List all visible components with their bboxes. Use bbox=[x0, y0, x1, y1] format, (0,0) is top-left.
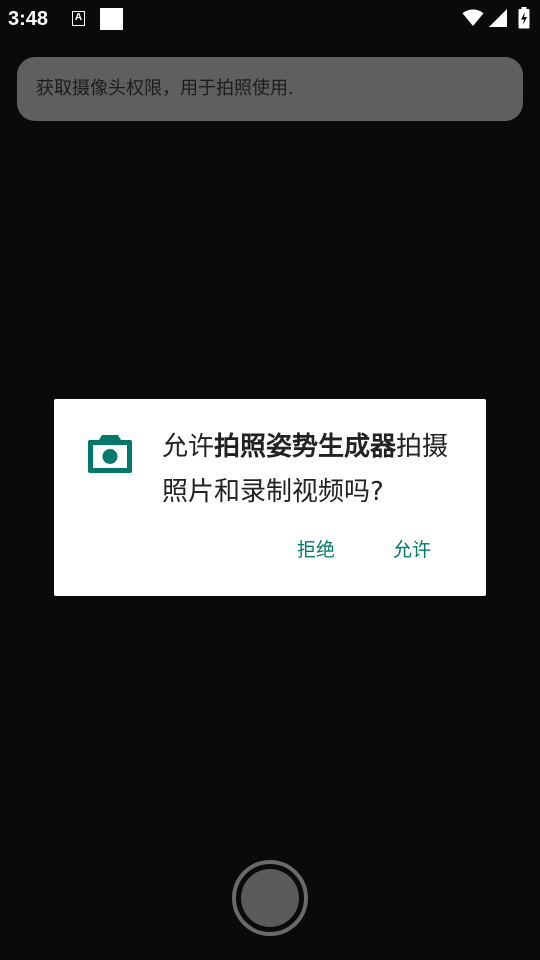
camera-icon bbox=[88, 435, 132, 473]
square-notification-icon bbox=[100, 8, 123, 30]
status-bar: 3:48 A bbox=[0, 0, 540, 38]
shutter-button[interactable] bbox=[232, 860, 308, 936]
signal-icon bbox=[489, 9, 507, 27]
a-notification-icon: A bbox=[72, 11, 85, 26]
camera-screen: 3:48 A 获取摄像头权限，用于拍照使用. 允许拍照姿势生成器拍摄照片和录制视… bbox=[0, 0, 540, 960]
shutter-inner-circle bbox=[241, 869, 299, 927]
battery-charging-icon bbox=[518, 7, 530, 29]
dialog-message: 允许拍照姿势生成器拍摄照片和录制视频吗? bbox=[162, 425, 472, 515]
toast-message: 获取摄像头权限，用于拍照使用. bbox=[36, 78, 294, 99]
wifi-icon bbox=[462, 9, 484, 26]
deny-button[interactable]: 拒绝 bbox=[297, 536, 335, 564]
status-time: 3:48 bbox=[8, 8, 49, 30]
app-name: 拍照姿势生成器 bbox=[214, 432, 397, 462]
permission-toast: 获取摄像头权限，用于拍照使用. bbox=[17, 57, 523, 121]
message-prefix: 允许 bbox=[162, 432, 215, 462]
allow-button[interactable]: 允许 bbox=[393, 536, 431, 564]
camera-permission-dialog: 允许拍照姿势生成器拍摄照片和录制视频吗? 拒绝 允许 bbox=[54, 399, 486, 596]
